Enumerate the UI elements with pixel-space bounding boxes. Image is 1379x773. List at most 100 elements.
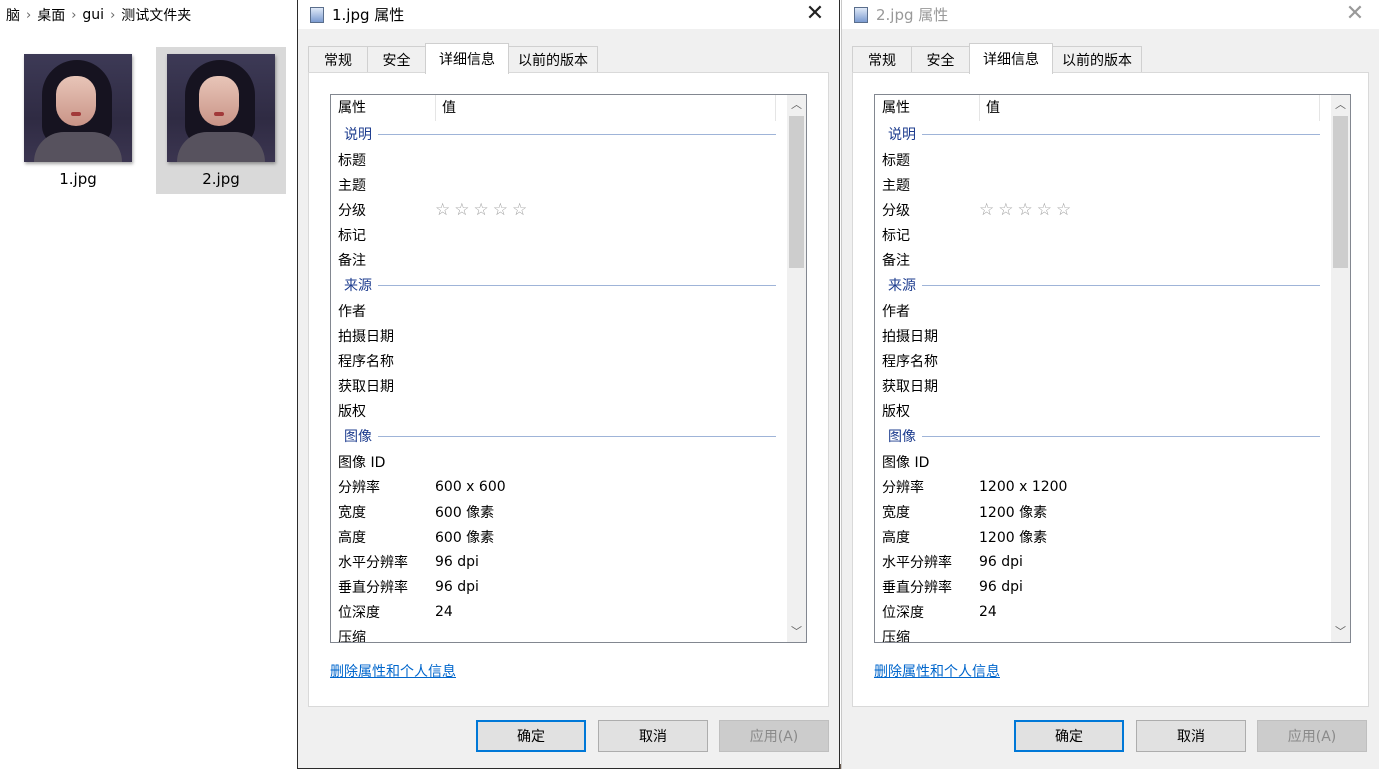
group-divider	[922, 133, 1320, 135]
property-row[interactable]: 拍摄日期	[331, 323, 786, 348]
property-row[interactable]: 宽度 1200 像素	[875, 499, 1330, 524]
tab-panel: 属性 值 说明标题主题 分级 ☆☆☆☆☆ 标记 备注来源作者拍摄日期 程序名称获取日期版权…	[852, 72, 1369, 707]
property-row[interactable]: 分级 ☆☆☆☆☆	[875, 197, 1330, 222]
property-row[interactable]: 作者	[331, 298, 786, 323]
scrollbar-thumb[interactable]	[1333, 116, 1348, 268]
property-name: 拍摄日期	[338, 328, 394, 345]
file-item-1[interactable]: 1.jpg	[13, 47, 143, 194]
title-bar[interactable]: 2.jpg 属性 ✕	[842, 0, 1379, 29]
cancel-button[interactable]: 取消	[1136, 720, 1246, 752]
group-header-description: 说明	[331, 121, 786, 147]
property-row[interactable]: 分辨率 1200 x 1200	[875, 474, 1330, 499]
property-value: 600 x 600	[435, 478, 506, 495]
property-row[interactable]: 标记	[331, 222, 786, 247]
property-value: 24	[435, 603, 453, 620]
list-header: 属性 值	[875, 95, 1330, 121]
rating-stars[interactable]: ☆☆☆☆☆	[435, 200, 531, 220]
scrollbar-thumb[interactable]	[789, 116, 804, 268]
chevron-down-icon[interactable]: ﹀	[787, 622, 806, 642]
apply-button[interactable]: 应用(A)	[719, 720, 829, 752]
chevron-up-icon[interactable]: ︿	[787, 95, 806, 115]
property-list[interactable]: 属性 值 说明 标题 主题 分级 ☆☆☆☆☆ 标记 备注 来源 作者 拍摄日期 程序名称 获取日期 版权…	[330, 94, 807, 643]
list-body: 说明 标题 主题 分级 ☆☆☆☆☆ 标记 备注 来源 作者 拍摄日期 程序名称 获取日期 版权 图像 图像 …	[331, 121, 786, 642]
property-row[interactable]: 垂直分辨率 96 dpi	[875, 574, 1330, 599]
tab-panel: 属性 值 说明 标题 主题 分级 ☆☆☆☆☆ 标记 备注 来源 作者 拍摄日期 程序名称 获取日期 版权…	[308, 72, 829, 707]
property-name: 备注	[338, 252, 366, 269]
tab-previous-versions[interactable]: 以前的版本	[1052, 46, 1142, 73]
ok-button[interactable]: 确定	[1014, 720, 1124, 752]
breadcrumb-item[interactable]: 脑	[0, 5, 26, 25]
close-icon[interactable]: ✕	[1343, 2, 1367, 26]
breadcrumb-item[interactable]: 桌面	[31, 5, 71, 25]
property-row[interactable]: 分辨率 600 x 600	[331, 474, 786, 499]
breadcrumb-item[interactable]: 测试文件夹	[115, 5, 197, 25]
property-name: 标题	[882, 152, 910, 169]
vertical-scrollbar[interactable]: ︿ ﹀	[787, 95, 806, 642]
column-header-value[interactable]: 值	[980, 95, 1320, 121]
property-row[interactable]: 压缩	[875, 624, 1330, 643]
property-row[interactable]: 图像 ID	[331, 449, 786, 474]
property-row[interactable]: 程序名称	[875, 348, 1330, 373]
ok-button[interactable]: 确定	[476, 720, 586, 752]
property-row[interactable]: 位深度 24	[875, 599, 1330, 624]
chevron-down-icon[interactable]: ﹀	[1331, 622, 1350, 642]
column-header-property[interactable]: 属性	[331, 95, 436, 121]
remove-properties-link[interactable]: 删除属性和个人信息	[330, 661, 456, 681]
property-row[interactable]: 版权	[331, 398, 786, 423]
tab-security[interactable]: 安全	[367, 46, 426, 73]
property-row[interactable]: 垂直分辨率 96 dpi	[331, 574, 786, 599]
group-label: 说明	[888, 127, 916, 143]
tab-previous-versions[interactable]: 以前的版本	[508, 46, 598, 73]
group-header-origin: 来源	[875, 272, 1330, 298]
tab-security[interactable]: 安全	[911, 46, 970, 73]
chevron-up-icon[interactable]: ︿	[1331, 95, 1350, 115]
property-name: 分级	[338, 202, 366, 219]
property-value: 96 dpi	[435, 553, 479, 570]
column-header-value[interactable]: 值	[436, 95, 776, 121]
property-row[interactable]: 图像 ID	[875, 449, 1330, 474]
tab-details[interactable]: 详细信息	[425, 43, 509, 74]
property-list[interactable]: 属性 值 说明标题主题 分级 ☆☆☆☆☆ 标记 备注来源作者拍摄日期 程序名称获取日期版权…	[874, 94, 1351, 643]
property-row[interactable]: 高度 1200 像素	[875, 524, 1330, 549]
tab-general[interactable]: 常规	[852, 46, 912, 73]
property-row[interactable]: 备注	[875, 247, 1330, 272]
apply-button[interactable]: 应用(A)	[1257, 720, 1367, 752]
group-label: 来源	[888, 278, 916, 294]
property-row[interactable]: 主题	[875, 172, 1330, 197]
breadcrumb-item[interactable]: gui	[76, 7, 110, 23]
title-bar[interactable]: 1.jpg 属性 ✕	[298, 0, 839, 29]
property-row[interactable]: 水平分辨率 96 dpi	[875, 549, 1330, 574]
property-row[interactable]: 获取日期	[875, 373, 1330, 398]
property-row[interactable]: 分级 ☆☆☆☆☆	[331, 197, 786, 222]
tab-strip: 常规 安全 详细信息 以前的版本	[852, 43, 1369, 74]
property-row[interactable]: 程序名称	[331, 348, 786, 373]
property-row[interactable]: 标记	[875, 222, 1330, 247]
property-row[interactable]: 拍摄日期	[875, 323, 1330, 348]
column-header-property[interactable]: 属性	[875, 95, 980, 121]
rating-stars[interactable]: ☆☆☆☆☆	[979, 200, 1075, 220]
property-name: 作者	[882, 303, 910, 320]
property-row[interactable]: 获取日期	[331, 373, 786, 398]
remove-properties-link[interactable]: 删除属性和个人信息	[874, 661, 1000, 681]
property-row[interactable]: 水平分辨率 96 dpi	[331, 549, 786, 574]
property-row[interactable]: 主题	[331, 172, 786, 197]
image-file-icon	[854, 6, 868, 23]
property-name: 水平分辨率	[882, 554, 952, 571]
close-icon[interactable]: ✕	[803, 2, 827, 26]
property-row[interactable]: 备注	[331, 247, 786, 272]
file-item-2[interactable]: 2.jpg	[156, 47, 286, 194]
tab-general[interactable]: 常规	[308, 46, 368, 73]
property-row[interactable]: 位深度 24	[331, 599, 786, 624]
cancel-button[interactable]: 取消	[598, 720, 708, 752]
tab-details[interactable]: 详细信息	[969, 43, 1053, 74]
property-row[interactable]: 高度 600 像素	[331, 524, 786, 549]
property-row[interactable]: 作者	[875, 298, 1330, 323]
property-row[interactable]: 版权	[875, 398, 1330, 423]
vertical-scrollbar[interactable]: ︿ ﹀	[1331, 95, 1350, 642]
dialog-title: 1.jpg 属性	[332, 6, 405, 24]
property-row[interactable]: 宽度 600 像素	[331, 499, 786, 524]
property-name: 获取日期	[882, 378, 938, 395]
property-row[interactable]: 标题	[331, 147, 786, 172]
property-row[interactable]: 压缩	[331, 624, 786, 643]
property-row[interactable]: 标题	[875, 147, 1330, 172]
